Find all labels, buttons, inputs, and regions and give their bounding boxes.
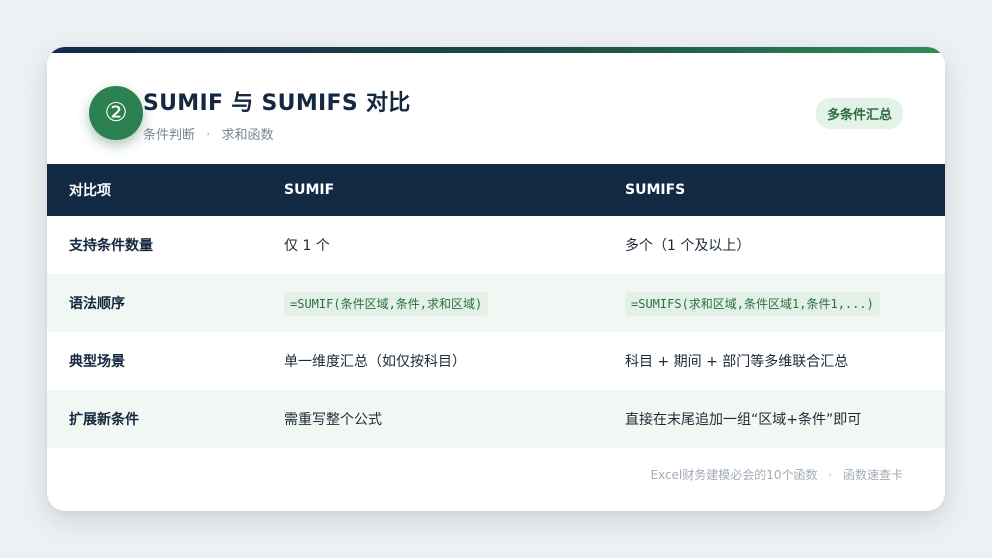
table-row: 语法顺序 =SUMIF(条件区域,条件,求和区域) =SUMIFS(求和区域,条… <box>47 274 945 332</box>
sumifs-syntax-code: =SUMIFS(求和区域,条件区域1,条件1,...) <box>625 291 880 316</box>
row-item-label: 扩展新条件 <box>69 412 139 428</box>
card-footer: Excel财务建模必会的10个函数 · 函数速查卡 <box>650 466 903 483</box>
table-row: 典型场景 单一维度汇总（如仅按科目） 科目 + 期间 + 部门等多维联合汇总 <box>47 332 945 390</box>
row-sumifs-value: 科目 + 期间 + 部门等多维联合汇总 <box>625 354 849 370</box>
table-row: 支持条件数量 仅 1 个 多个（1 个及以上） <box>47 216 945 274</box>
row-sumifs-value: 直接在末尾追加一组“区域+条件”即可 <box>625 412 862 428</box>
subtitle-part-2: 求和函数 <box>221 128 274 143</box>
column-header-sumifs: SUMIFS <box>603 164 945 216</box>
page-title: SUMIF 与 SUMIFS 对比 <box>143 91 411 116</box>
subtitle-separator: · <box>206 128 211 143</box>
sumif-syntax-code: =SUMIF(条件区域,条件,求和区域) <box>284 291 489 316</box>
column-header-sumif: SUMIF <box>262 164 603 216</box>
row-sumif-value: 需重写整个公式 <box>284 412 382 428</box>
category-tag: 多条件汇总 <box>815 98 903 129</box>
comparison-table: 对比项 SUMIF SUMIFS 支持条件数量 仅 1 个 多个（1 个及以上）… <box>47 164 945 448</box>
table-row: 扩展新条件 需重写整个公式 直接在末尾追加一组“区域+条件”即可 <box>47 390 945 448</box>
footer-separator: · <box>828 468 833 482</box>
subtitle-part-1: 条件判断 <box>143 128 196 143</box>
footer-source: Excel财务建模必会的10个函数 <box>650 468 818 482</box>
footer-label: 函数速查卡 <box>842 468 903 482</box>
row-sumif-value: 仅 1 个 <box>284 238 330 254</box>
row-sumif-value: 单一维度汇总（如仅按科目） <box>284 354 466 370</box>
table-header-row: 对比项 SUMIF SUMIFS <box>47 164 945 216</box>
row-item-label: 支持条件数量 <box>69 238 153 254</box>
accent-top-bar <box>47 47 945 53</box>
step-number: ② <box>104 98 128 128</box>
step-number-badge: ② <box>89 86 143 140</box>
row-item-label: 语法顺序 <box>69 296 125 312</box>
page-subtitle: 条件判断 · 求和函数 <box>143 124 273 143</box>
row-sumifs-value: =SUMIFS(求和区域,条件区域1,条件1,...) <box>603 274 945 332</box>
row-sumifs-value: 多个（1 个及以上） <box>625 238 751 254</box>
comparison-card: ② SUMIF 与 SUMIFS 对比 条件判断 · 求和函数 多条件汇总 对比… <box>47 47 945 511</box>
row-item-label: 典型场景 <box>69 354 125 370</box>
column-header-item: 对比项 <box>47 164 262 216</box>
row-sumif-value: =SUMIF(条件区域,条件,求和区域) <box>262 274 603 332</box>
